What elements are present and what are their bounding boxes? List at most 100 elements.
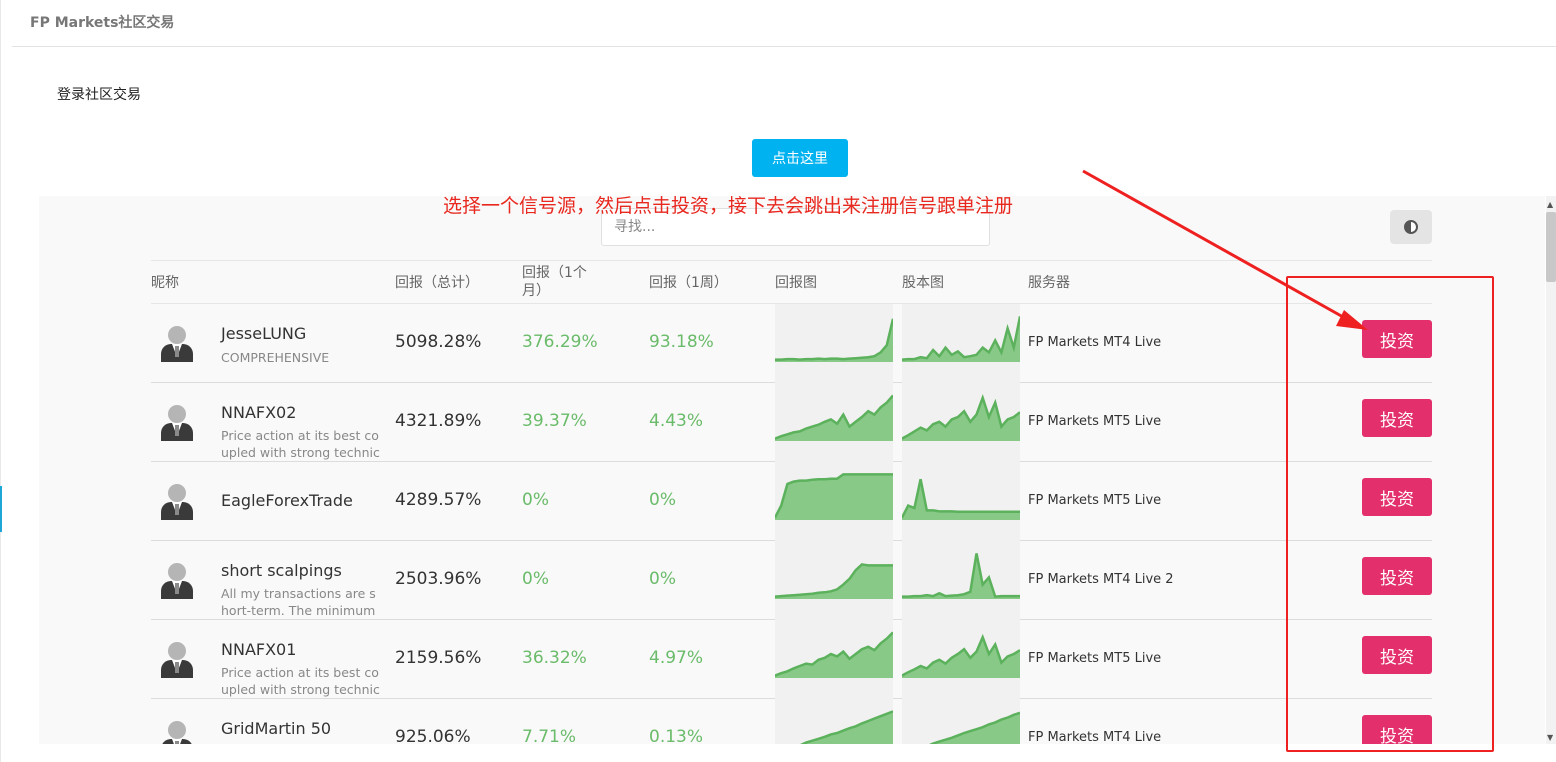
left-accent-bar	[0, 486, 2, 532]
table-header: 昵称 回报（总计） 回报（1个月） 回报（1周） 回报图 股本图 服务器	[151, 260, 1432, 304]
return-chart	[775, 699, 894, 744]
total-return: 2503.96%	[395, 569, 482, 589]
signal-name[interactable]: JesseLUNG	[221, 324, 306, 343]
chart-line	[902, 553, 1020, 598]
month-return: 36.32%	[522, 648, 587, 668]
signal-description: Price action at its best coupled with st…	[221, 665, 380, 697]
return-chart	[774, 383, 894, 462]
table-row[interactable]: short scalpings All my transactions are …	[151, 541, 1432, 620]
table-row[interactable]: EagleForexTrade 4289.57% 0% 0% FP Market…	[151, 462, 1432, 541]
avatar-head	[168, 405, 186, 423]
left-border	[0, 0, 1, 762]
chart-line	[775, 318, 895, 361]
avatar-tie	[175, 583, 179, 594]
scroll-down-icon[interactable]: ▼	[1547, 733, 1553, 742]
chart-area	[803, 711, 893, 744]
signal-name[interactable]: NNAFX02	[221, 403, 296, 422]
chart-area	[775, 564, 893, 599]
month-return: 376.29%	[522, 332, 598, 352]
signal-table: 昵称 回报（总计） 回报（1个月） 回报（1周） 回报图 股本图 服务器 Jes…	[151, 260, 1432, 744]
server-name: FP Markets MT4 Live 2	[1028, 572, 1174, 587]
return-chart	[773, 462, 893, 541]
total-return: 4289.57%	[395, 490, 482, 510]
header-month-return[interactable]: 回报（1个月）	[522, 264, 602, 300]
avatar-head	[168, 484, 186, 502]
table-row[interactable]: NNAFX01 Price action at its best coupled…	[151, 620, 1432, 699]
chart-area	[902, 637, 1020, 678]
theme-toggle-button[interactable]	[1390, 210, 1432, 244]
return-chart	[774, 541, 893, 620]
avatar-head	[168, 563, 186, 581]
avatar-tie	[175, 662, 179, 673]
header-week-return[interactable]: 回报（1周）	[649, 274, 728, 292]
month-return: 0%	[522, 569, 549, 589]
chart-area	[902, 553, 1020, 599]
server-name: FP Markets MT5 Live	[1028, 414, 1162, 429]
signal-name[interactable]: short scalpings	[221, 561, 342, 580]
equity-chart	[901, 620, 1021, 699]
signal-description: Price action at its best coupled with st…	[221, 428, 380, 460]
table-row[interactable]: JesseLUNG COMPREHENSIVE 5098.28% 376.29%…	[151, 304, 1432, 383]
app-title: FP Markets社区交易	[30, 15, 175, 31]
signal-description: COMPREHENSIVE	[221, 350, 330, 365]
header-equity-chart: 股本图	[902, 275, 944, 291]
return-chart	[774, 620, 894, 699]
week-return: 0%	[649, 569, 676, 589]
week-return: 4.43%	[649, 411, 704, 431]
click-here-button[interactable]: 点击这里	[752, 139, 848, 177]
avatar-head	[168, 721, 186, 739]
total-return: 4321.89%	[395, 411, 482, 431]
chart-area	[775, 395, 893, 441]
month-return: 0%	[522, 490, 549, 510]
server-name: FP Markets MT4 Live	[1028, 730, 1162, 744]
signal-description: All my transactions are short-term. The …	[221, 586, 376, 618]
signal-name[interactable]: EagleForexTrade	[221, 491, 353, 510]
highlight-box	[1286, 276, 1494, 752]
instruction-annotation: 选择一个信号源，然后点击投资，接下去会跳出来注册信号跟单注册	[443, 195, 1014, 217]
avatar-head	[168, 326, 186, 344]
week-return: 0.13%	[649, 727, 704, 744]
total-return: 5098.28%	[395, 332, 482, 352]
user-avatar-icon	[161, 405, 193, 441]
chart-area	[902, 397, 1020, 441]
scrollbar-thumb[interactable]	[1546, 212, 1556, 282]
signal-description: Three Expert Advisors wor	[221, 743, 383, 744]
week-return: 93.18%	[649, 332, 714, 352]
user-avatar-icon	[161, 326, 193, 362]
total-return: 2159.56%	[395, 648, 482, 668]
signal-name[interactable]: GridMartin 50	[221, 719, 331, 738]
header-nickname[interactable]: 昵称	[151, 274, 179, 292]
avatar-tie	[175, 425, 179, 436]
return-chart	[775, 304, 895, 383]
equity-chart	[900, 462, 1020, 541]
table-body: JesseLUNG COMPREHENSIVE 5098.28% 376.29%…	[151, 304, 1432, 744]
equity-chart	[901, 383, 1021, 462]
user-avatar-icon	[161, 721, 193, 744]
avatar-tie	[175, 504, 179, 515]
total-return: 925.06%	[395, 727, 471, 744]
table-row[interactable]: NNAFX02 Price action at its best coupled…	[151, 383, 1432, 462]
header-total-return[interactable]: 回报（总计）	[395, 274, 479, 292]
header-return-chart: 回报图	[775, 275, 817, 291]
header-server[interactable]: 服务器	[1028, 274, 1070, 292]
server-name: FP Markets MT4 Live	[1028, 335, 1162, 350]
avatar-tie	[175, 741, 179, 744]
avatar-head	[168, 642, 186, 660]
signal-name[interactable]: NNAFX01	[221, 640, 296, 659]
user-avatar-icon	[161, 642, 193, 678]
server-name: FP Markets MT5 Live	[1028, 493, 1162, 508]
week-return: 0%	[649, 490, 676, 510]
equity-chart	[901, 304, 1022, 383]
scroll-up-icon[interactable]: ▲	[1547, 200, 1553, 209]
equity-chart	[902, 541, 1020, 620]
chart-line	[901, 316, 1022, 361]
half-circle-icon	[1404, 220, 1418, 234]
avatar-tie	[175, 346, 179, 357]
login-label: 登录社区交易	[57, 87, 141, 103]
chart-area	[932, 712, 1020, 744]
week-return: 4.97%	[649, 648, 704, 668]
table-row[interactable]: GridMartin 50 Three Expert Advisors wor …	[151, 699, 1432, 744]
equity-chart	[902, 699, 1021, 744]
month-return: 39.37%	[522, 411, 587, 431]
user-avatar-icon	[161, 484, 193, 520]
